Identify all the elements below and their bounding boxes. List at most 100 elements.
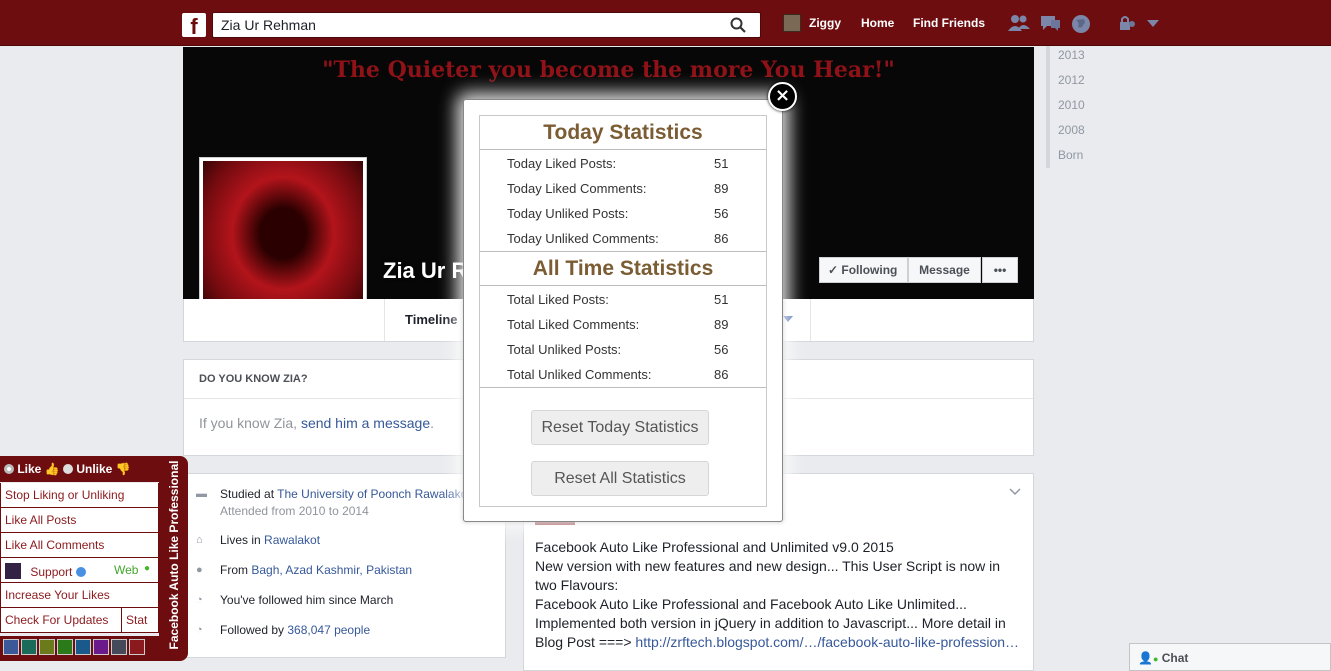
about-lives: Lives in Rawalakot (220, 533, 320, 547)
stat-row: Today Liked Posts: 51 (480, 151, 766, 176)
like-all-posts-button[interactable]: Like All Posts (0, 508, 159, 533)
stat-row: Total Liked Comments: 89 (480, 312, 766, 337)
stat-row: Total Liked Posts: 51 (480, 287, 766, 312)
account-dropdown-icon[interactable] (1147, 20, 1159, 28)
unlike-label[interactable]: Unlike (76, 462, 112, 476)
followers-rss-icon: ◔ (196, 624, 203, 636)
nav-home[interactable]: Home (861, 16, 894, 30)
followers-link[interactable]: 368,047 people (287, 623, 370, 637)
unlike-radio[interactable] (63, 464, 73, 474)
reset-today-button[interactable]: Reset Today Statistics (531, 410, 709, 445)
timeline-years-bar (1046, 46, 1050, 168)
send-message-link[interactable]: send him a message (301, 415, 430, 431)
theme-swatch[interactable] (93, 639, 109, 655)
auto-like-header: Like 👍 Unlike 👎 (0, 456, 159, 482)
more-options-button[interactable]: ••• (982, 257, 1018, 283)
today-statistics-title: Today Statistics (480, 116, 766, 150)
theme-swatch[interactable] (3, 639, 19, 655)
home-icon: ⌂ (196, 534, 203, 546)
reset-all-button[interactable]: Reset All Statistics (531, 461, 709, 496)
year-2012[interactable]: 2012 (1058, 73, 1085, 87)
post-line-1: Facebook Auto Like Professional and Unli… (535, 539, 894, 555)
from-link[interactable]: Bagh, Azad Kashmir, Pakistan (251, 563, 412, 577)
from-prefix: From (220, 563, 252, 577)
following-button[interactable]: ✓ Following (819, 257, 908, 283)
friend-requests-icon[interactable] (1008, 14, 1030, 32)
theme-swatch[interactable] (57, 639, 73, 655)
privacy-lock-icon[interactable] (1118, 14, 1136, 32)
post-blog-link[interactable]: http://zrftech.blogspot.com/…/facebook-a… (635, 634, 1019, 650)
tab-timeline[interactable]: Timeline (384, 299, 464, 341)
year-2010[interactable]: 2010 (1058, 98, 1085, 112)
post-line-3: Facebook Auto Like Professional and Face… (535, 596, 967, 612)
chat-person-icon: 👤 (1138, 651, 1153, 665)
nav-find-friends[interactable]: Find Friends (913, 16, 985, 30)
education-link[interactable]: The University of Poonch Rawalakot (277, 487, 470, 501)
all-time-section: All Time Statistics Total Liked Posts: 51… (480, 252, 766, 388)
check-updates-button[interactable]: Check For Updates (0, 608, 122, 633)
about-education: Studied at The University of Poonch Rawa… (220, 487, 471, 518)
following-label: Following (841, 263, 898, 277)
theme-swatch[interactable] (75, 639, 91, 655)
stop-liking-button[interactable]: Stop Liking or Unliking (0, 483, 159, 508)
do-you-know-suffix: . (430, 415, 435, 431)
auto-like-side-tab[interactable]: Facebook Auto Like Professional (159, 456, 188, 661)
search-input[interactable] (213, 13, 713, 37)
increase-likes-button[interactable]: Increase Your Likes (0, 583, 159, 608)
support-row: Support Web ● (0, 558, 159, 583)
year-2008[interactable]: 2008 (1058, 123, 1085, 137)
stat-row: Today Liked Comments: 89 (480, 176, 766, 201)
stat-button[interactable]: Stat (121, 608, 159, 633)
profile-name[interactable]: Zia Ur R (383, 258, 467, 284)
stat-value: 51 (714, 156, 729, 171)
like-radio[interactable] (4, 464, 14, 474)
web-online-dot: ● (144, 563, 151, 574)
thumbs-up-icon: 👍 (44, 462, 60, 476)
all-time-statistics-title: All Time Statistics (480, 252, 766, 286)
support-link[interactable]: Support (30, 565, 72, 579)
post-line-2: New version with new features and new de… (535, 558, 1001, 593)
auto-like-side-title: Facebook Auto Like Professional (167, 460, 181, 650)
stat-row: Today Unliked Posts: 56 (480, 201, 766, 226)
theme-swatch[interactable] (39, 639, 55, 655)
thumbs-down-icon: 👎 (115, 462, 131, 476)
theme-swatches (0, 636, 159, 661)
user-avatar[interactable] (783, 14, 801, 32)
cover-quote: "The Quieter you become the more You Hea… (322, 57, 895, 83)
tabs-more-chevron-icon[interactable] (783, 316, 793, 322)
close-dialog-button[interactable]: × (768, 82, 797, 111)
search-icon[interactable] (730, 17, 746, 33)
support-avatar (5, 563, 21, 579)
auto-like-panel: Facebook Auto Like Professional Like 👍 U… (0, 456, 188, 661)
search-box[interactable] (212, 12, 761, 38)
stat-row: Today Unliked Comments: 86 (480, 226, 766, 251)
lives-link[interactable]: Rawalakot (264, 533, 320, 547)
followers-prefix: Followed by (220, 623, 288, 637)
post-options-chevron-icon[interactable] (1009, 488, 1021, 496)
year-2013[interactable]: 2013 (1058, 48, 1085, 62)
statistics-panel: Today Statistics Today Liked Posts: 51 To… (479, 115, 767, 507)
notifications-globe-icon[interactable] (1071, 14, 1091, 34)
do-you-know-prefix: If you know Zia, (199, 415, 301, 431)
facebook-logo[interactable]: f (182, 13, 206, 37)
about-from: From Bagh, Azad Kashmir, Pakistan (220, 563, 412, 577)
education-years: Attended from 2010 to 2014 (220, 504, 369, 518)
message-button[interactable]: Message (908, 257, 981, 283)
rss-icon: ◔ (196, 594, 203, 606)
stat-value: 51 (714, 292, 729, 307)
lives-prefix: Lives in (220, 533, 265, 547)
theme-swatch[interactable] (111, 639, 127, 655)
top-bar: f Ziggy Home Find Friends (0, 0, 1331, 46)
year-born[interactable]: Born (1058, 148, 1083, 162)
profile-image (203, 161, 363, 322)
verified-icon (75, 567, 86, 577)
theme-swatch[interactable] (129, 639, 145, 655)
messages-icon[interactable] (1039, 14, 1061, 32)
theme-swatch[interactable] (21, 639, 37, 655)
tab-divider (810, 299, 811, 341)
like-label[interactable]: Like (17, 462, 41, 476)
chat-bar[interactable]: 👤● Chat (1129, 643, 1331, 671)
web-link[interactable]: Web (114, 563, 138, 577)
like-all-comments-button[interactable]: Like All Comments (0, 533, 159, 558)
nav-user-name[interactable]: Ziggy (809, 16, 841, 30)
